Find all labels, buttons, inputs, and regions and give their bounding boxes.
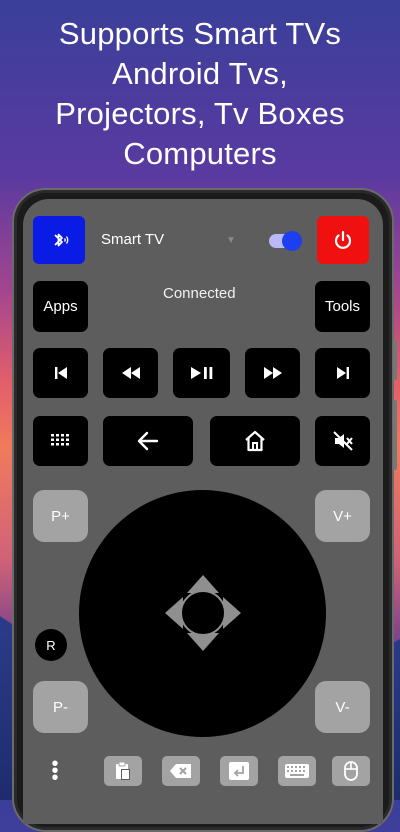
backspace-button[interactable] [162, 756, 200, 786]
home-icon [245, 430, 265, 452]
power-button[interactable] [317, 216, 369, 264]
device-name[interactable]: Smart TV [101, 231, 164, 248]
headline-line-2: Android Tvs, [112, 56, 288, 91]
clipboard-button[interactable] [104, 756, 142, 786]
numpad-icon [50, 434, 69, 446]
volume-down-button[interactable]: V- [315, 681, 370, 733]
headline-line-4: Computers [123, 136, 277, 171]
volume-up-button[interactable]: V+ [315, 490, 370, 542]
headline-line-1: Supports Smart TVs [58, 16, 342, 51]
mute-button[interactable] [315, 416, 370, 466]
mouse-icon [344, 761, 358, 781]
remote-screen: Smart TV ▼ Apps Connected Tools P+ V+ R … [23, 199, 383, 824]
mouse-button[interactable] [332, 756, 370, 786]
ok-button[interactable] [180, 590, 226, 636]
play-pause-button[interactable] [173, 348, 230, 398]
home-button[interactable] [210, 416, 300, 466]
phone-volume-button [393, 400, 397, 470]
tools-button[interactable]: Tools [315, 281, 370, 332]
channel-down-button[interactable]: P- [33, 681, 88, 733]
phone-side-button [393, 340, 397, 380]
back-button[interactable] [103, 416, 193, 466]
more-vertical-icon[interactable]: • • • [50, 754, 60, 788]
channel-up-button[interactable]: P+ [33, 490, 88, 542]
backspace-icon [170, 764, 191, 778]
skip-next-icon [336, 367, 349, 379]
fast-forward-icon [263, 367, 282, 379]
fast-forward-button[interactable] [245, 348, 300, 398]
next-button[interactable] [315, 348, 370, 398]
toggle-knob[interactable] [282, 231, 302, 251]
clipboard-icon [116, 761, 130, 780]
connection-status: Connected [163, 285, 236, 302]
keyboard-icon [285, 764, 309, 778]
phone-frame: Smart TV ▼ Apps Connected Tools P+ V+ R … [12, 188, 397, 832]
enter-icon [229, 762, 249, 780]
play-pause-icon [190, 367, 212, 379]
r-button[interactable]: R [35, 629, 67, 661]
headline-line-3: Projectors, Tv Boxes [55, 96, 345, 131]
apps-button[interactable]: Apps [33, 281, 88, 332]
skip-previous-icon [54, 367, 67, 379]
keyboard-button[interactable] [278, 756, 316, 786]
back-arrow-icon [137, 431, 159, 451]
mute-icon [332, 431, 353, 451]
rewind-button[interactable] [103, 348, 158, 398]
power-icon [334, 230, 352, 249]
rewind-icon [121, 367, 140, 379]
bluetooth-icon [54, 233, 69, 247]
bluetooth-button[interactable] [33, 216, 85, 264]
previous-button[interactable] [33, 348, 88, 398]
promo-headline: Supports Smart TVs Android Tvs, Projecto… [0, 14, 400, 174]
dropdown-arrow-icon[interactable]: ▼ [226, 235, 236, 246]
numpad-button[interactable] [33, 416, 88, 466]
enter-button[interactable] [220, 756, 258, 786]
